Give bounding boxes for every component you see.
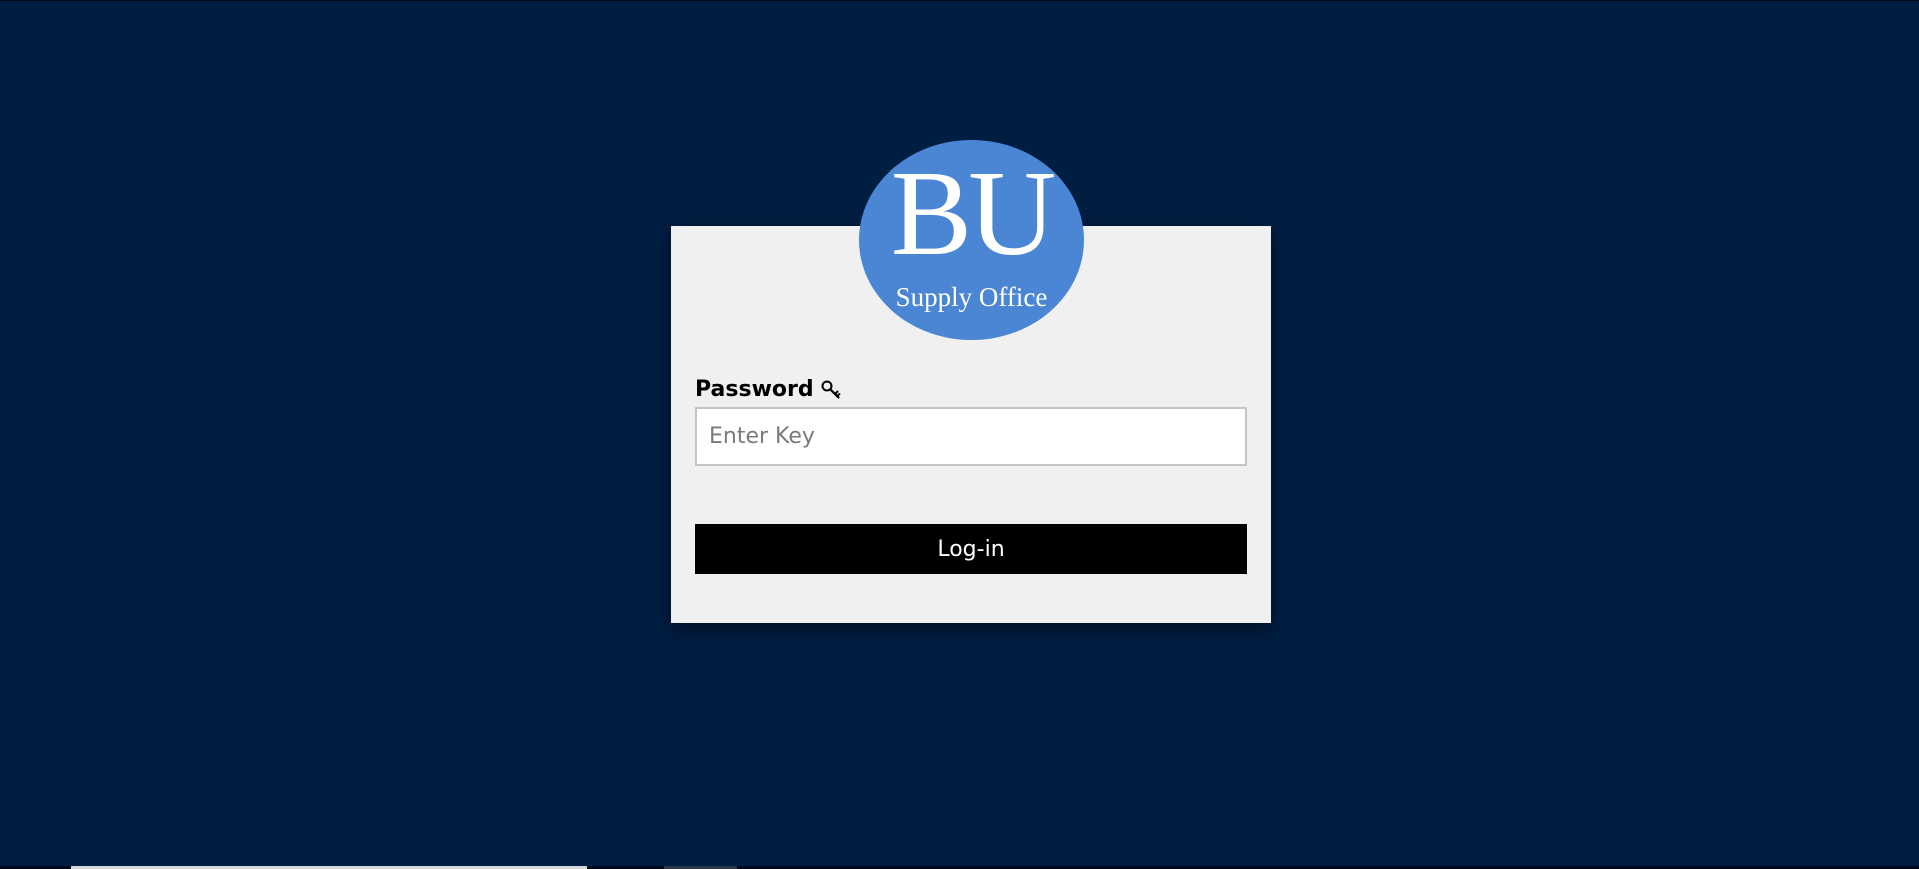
logo-main-text: BU	[890, 146, 1056, 281]
password-label-text: Password	[695, 377, 814, 402]
bu-supply-office-logo: BU Supply Office	[859, 140, 1084, 340]
top-edge-line	[0, 0, 1919, 1]
password-label: Password	[695, 377, 842, 403]
password-input[interactable]	[695, 407, 1247, 466]
login-button[interactable]: Log-in	[695, 524, 1247, 574]
logo-sub-text: Supply Office	[895, 282, 1048, 312]
key-icon	[820, 379, 842, 401]
